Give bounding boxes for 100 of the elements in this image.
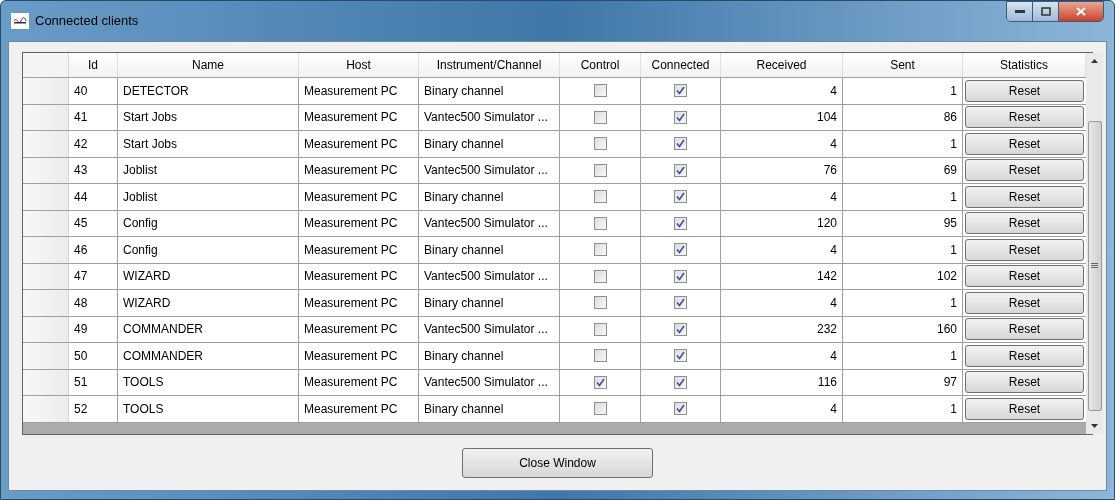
checkbox[interactable]	[593, 269, 607, 283]
table-cell: Binary channel	[419, 396, 560, 422]
minimize-button[interactable]	[1007, 2, 1033, 21]
table-cell: 4	[721, 290, 843, 316]
column-header[interactable]: Received	[721, 53, 843, 77]
table-cell: 142	[721, 263, 843, 289]
checkbox[interactable]	[593, 296, 607, 310]
table-cell: Joblist	[118, 157, 299, 183]
row-header[interactable]	[23, 263, 69, 289]
reset-button[interactable]: Reset	[965, 344, 1084, 367]
row-header[interactable]	[23, 369, 69, 395]
table-cell: 160	[843, 316, 963, 342]
table-cell: Measurement PC	[299, 237, 419, 263]
corner-header	[23, 53, 69, 77]
reset-button[interactable]: Reset	[965, 291, 1084, 314]
checkbox[interactable]	[593, 322, 607, 336]
table-cell: Measurement PC	[299, 290, 419, 316]
checkmark-icon	[676, 351, 685, 361]
column-header[interactable]: Id	[69, 53, 118, 77]
scrollbar-thumb[interactable]	[1087, 121, 1102, 411]
maximize-button[interactable]	[1033, 2, 1059, 21]
checkbox[interactable]	[674, 269, 687, 283]
checkbox[interactable]	[593, 349, 607, 363]
table-cell: 232	[721, 316, 843, 342]
reset-button[interactable]: Reset	[965, 212, 1084, 235]
checkbox[interactable]	[674, 84, 687, 98]
column-header[interactable]: Control	[560, 53, 641, 77]
table-cell: Measurement PC	[299, 343, 419, 369]
reset-button[interactable]: Reset	[965, 318, 1084, 341]
checkbox[interactable]	[593, 402, 607, 416]
table-cell: Vantec500 Simulator ...	[419, 369, 560, 395]
table-cell: Measurement PC	[299, 184, 419, 210]
table-cell: DETECTOR	[118, 78, 299, 104]
maximize-icon	[1040, 7, 1051, 16]
table-cell: 95	[843, 210, 963, 236]
reset-button[interactable]: Reset	[965, 238, 1084, 261]
row-header[interactable]	[23, 210, 69, 236]
table-cell: Measurement PC	[299, 157, 419, 183]
table-cell: Measurement PC	[299, 316, 419, 342]
table-cell: Binary channel	[419, 78, 560, 104]
vertical-scrollbar[interactable]	[1086, 53, 1103, 434]
checkbox[interactable]	[593, 243, 607, 257]
scroll-up-icon[interactable]	[1091, 59, 1098, 63]
checkbox[interactable]	[593, 216, 607, 230]
table-cell: Binary channel	[419, 290, 560, 316]
checkbox[interactable]	[593, 190, 607, 204]
checkbox[interactable]	[674, 349, 687, 363]
scroll-down-icon[interactable]	[1091, 424, 1098, 428]
column-header[interactable]: Connected	[641, 53, 721, 77]
table-cell: Config	[118, 237, 299, 263]
row-header[interactable]	[23, 104, 69, 130]
checkbox[interactable]	[674, 190, 687, 204]
checkbox[interactable]	[674, 216, 687, 230]
reset-button[interactable]: Reset	[965, 397, 1084, 420]
reset-button[interactable]: Reset	[965, 185, 1084, 208]
checkbox[interactable]	[674, 375, 687, 389]
reset-button[interactable]: Reset	[965, 159, 1084, 182]
table-cell: Binary channel	[419, 343, 560, 369]
checkbox[interactable]	[674, 402, 687, 416]
column-header[interactable]: Name	[118, 53, 299, 77]
table-cell: 104	[721, 104, 843, 130]
table-cell: 44	[69, 184, 118, 210]
table-cell: 45	[69, 210, 118, 236]
checkmark-icon	[676, 404, 685, 414]
row-header[interactable]	[23, 316, 69, 342]
checkmark-icon	[676, 139, 685, 149]
table-cell: COMMANDER	[118, 343, 299, 369]
checkbox[interactable]	[674, 163, 687, 177]
close-icon-button[interactable]	[1059, 2, 1103, 21]
checkmark-icon	[676, 192, 685, 202]
table-cell: WIZARD	[118, 290, 299, 316]
checkbox[interactable]	[674, 296, 687, 310]
table-cell: 1	[843, 78, 963, 104]
reset-button[interactable]: Reset	[965, 79, 1084, 102]
checkbox[interactable]	[593, 375, 607, 389]
reset-button[interactable]: Reset	[965, 106, 1084, 129]
checkbox[interactable]	[674, 110, 687, 124]
checkmark-icon	[676, 377, 685, 387]
reset-button[interactable]: Reset	[965, 265, 1084, 288]
column-header[interactable]: Sent	[843, 53, 963, 77]
reset-button[interactable]: Reset	[965, 371, 1084, 394]
table-cell: 1	[843, 184, 963, 210]
table-cell: Binary channel	[419, 184, 560, 210]
checkmark-icon	[676, 324, 685, 334]
checkbox[interactable]	[593, 84, 607, 98]
checkbox[interactable]	[674, 322, 687, 336]
checkbox[interactable]	[593, 137, 607, 151]
checkbox[interactable]	[593, 163, 607, 177]
checkbox[interactable]	[593, 110, 607, 124]
close-window-button[interactable]: Close Window	[462, 447, 653, 478]
checkbox[interactable]	[674, 137, 687, 151]
column-header[interactable]: Host	[299, 53, 419, 77]
checkbox[interactable]	[674, 243, 687, 257]
reset-button[interactable]: Reset	[965, 132, 1084, 155]
table-cell: TOOLS	[118, 396, 299, 422]
column-header[interactable]: Instrument/Channel	[419, 53, 560, 77]
table-cell: Measurement PC	[299, 369, 419, 395]
row-header[interactable]	[23, 157, 69, 183]
table-cell: Start Jobs	[118, 104, 299, 130]
table-cell: Vantec500 Simulator ...	[419, 316, 560, 342]
